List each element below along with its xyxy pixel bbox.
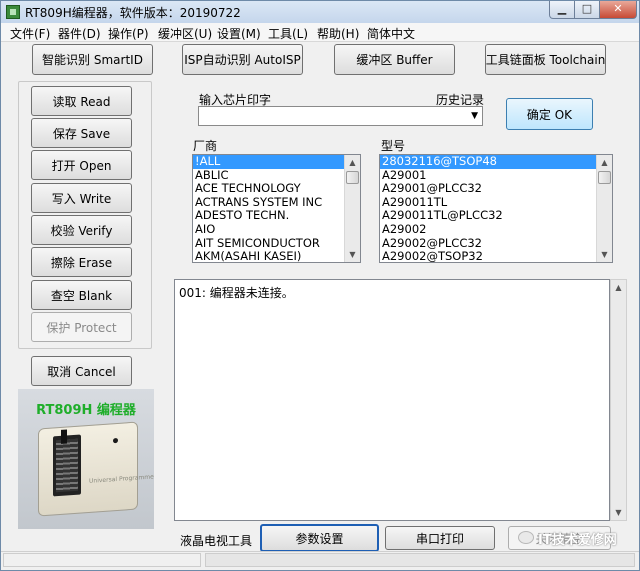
scroll-down-icon[interactable]: ▼: [597, 247, 612, 262]
params-button[interactable]: 参数设置: [260, 524, 379, 552]
zif-socket: [53, 429, 81, 497]
wechat-icon: [518, 531, 534, 544]
erase-button[interactable]: 擦除 Erase: [31, 247, 132, 277]
log-line: 001: 编程器未连接。: [179, 286, 294, 300]
ok-button[interactable]: 确定 OK: [506, 98, 593, 130]
device-brand: Universal Programmer: [89, 473, 154, 485]
maximize-icon[interactable]: □: [574, 1, 600, 19]
title-bar: RT809H编程器，软件版本：20190722 ▁ □ ✕: [1, 1, 639, 23]
window-title: RT809H编程器，软件版本：20190722: [25, 6, 241, 20]
scroll-thumb[interactable]: [598, 171, 611, 184]
model-list-item[interactable]: A29001@PLCC32: [380, 182, 612, 196]
menu-language[interactable]: 简体中文: [367, 25, 415, 42]
model-rows: 28032116@TSOP48 A29001 A29001@PLCC32 A29001…: [380, 155, 612, 262]
status-scrollbar[interactable]: [205, 553, 635, 567]
vendor-rows: !ALL ABLIC ACE TECHNOLOGY ACTRANS SYSTEM IN…: [193, 155, 360, 262]
main-window: RT809H编程器，软件版本：20190722 ▁ □ ✕ 文件(F) 器件(D…: [0, 0, 640, 571]
vendor-list-item[interactable]: ADESTO TECHN.: [193, 209, 360, 223]
log-output[interactable]: 001: 编程器未连接。: [174, 279, 610, 521]
log-scrollbar[interactable]: ▲ ▼: [610, 279, 627, 521]
verify-button[interactable]: 校验 Verify: [31, 215, 132, 245]
save-button[interactable]: 保存 Save: [31, 118, 132, 148]
scroll-up-icon[interactable]: ▲: [611, 280, 626, 295]
vendor-list-item[interactable]: ABLIC: [193, 169, 360, 183]
vendor-list-item[interactable]: !ALL: [193, 155, 360, 169]
serial-print-button[interactable]: 串口打印: [385, 526, 495, 550]
scroll-down-icon[interactable]: ▼: [345, 247, 360, 262]
device-title: RT809H 编程器: [36, 403, 136, 418]
minimize-icon[interactable]: ▁: [549, 1, 575, 19]
model-list-item[interactable]: 28032116@TSOP48: [380, 155, 612, 169]
model-list-item[interactable]: A29002@PLCC32: [380, 237, 612, 251]
menu-tools[interactable]: 工具(L): [268, 25, 308, 42]
led-icon: [113, 437, 118, 444]
scroll-up-icon[interactable]: ▲: [597, 155, 612, 170]
cancel-button[interactable]: 取消 Cancel: [31, 356, 132, 386]
vendor-label: 厂商: [193, 139, 218, 153]
chip-marking-combo[interactable]: ▼: [198, 106, 483, 126]
smartid-button[interactable]: 智能识别 SmartID: [32, 44, 153, 75]
app-icon: [6, 5, 20, 19]
model-list-item[interactable]: A29002: [380, 223, 612, 237]
blank-button[interactable]: 查空 Blank: [31, 280, 132, 310]
vendor-list-item[interactable]: AIO: [193, 223, 360, 237]
read-button[interactable]: 读取 Read: [31, 86, 132, 116]
toolchain-button[interactable]: 工具链面板 Toolchain: [485, 44, 606, 75]
write-button[interactable]: 写入 Write: [31, 183, 132, 213]
menu-bar: 文件(F) 器件(D) 操作(P) 缓冲区(U) 设置(M) 工具(L) 帮助(…: [1, 23, 639, 42]
model-scrollbar[interactable]: ▲ ▼: [596, 155, 612, 262]
menu-file[interactable]: 文件(F): [10, 25, 50, 42]
open-button[interactable]: 打开 Open: [31, 150, 132, 180]
chevron-down-icon[interactable]: ▼: [471, 111, 478, 121]
scroll-up-icon[interactable]: ▲: [345, 155, 360, 170]
protect-button[interactable]: 保护 Protect: [31, 312, 132, 342]
model-list-item[interactable]: A290011TL@PLCC32: [380, 209, 612, 223]
model-list-item[interactable]: A290011TL: [380, 196, 612, 210]
vendor-list-item[interactable]: ACTRANS SYSTEM INC: [193, 196, 360, 210]
menu-device[interactable]: 器件(D): [58, 25, 101, 42]
scroll-down-icon[interactable]: ▼: [611, 505, 626, 520]
vendor-list[interactable]: !ALL ABLIC ACE TECHNOLOGY ACTRANS SYSTEM IN…: [192, 154, 361, 263]
model-label: 型号: [381, 139, 406, 153]
tv-tool-label[interactable]: 液晶电视工具: [180, 532, 252, 549]
vendor-list-item[interactable]: ACE TECHNOLOGY: [193, 182, 360, 196]
model-list-item[interactable]: A29002@TSOP32: [380, 250, 612, 262]
vendor-list-item[interactable]: AIT SEMICONDUCTOR: [193, 237, 360, 251]
watermark-text: IT技术爱修网: [538, 533, 617, 548]
menu-operation[interactable]: 操作(P): [108, 25, 149, 42]
status-segment: [3, 553, 201, 567]
menu-help[interactable]: 帮助(H): [317, 25, 359, 42]
menu-buffer[interactable]: 缓冲区(U): [158, 25, 212, 42]
model-list-item[interactable]: A29001: [380, 169, 612, 183]
programmer-device-image: Universal Programmer: [38, 421, 154, 517]
model-list[interactable]: 28032116@TSOP48 A29001 A29001@PLCC32 A29001…: [379, 154, 613, 263]
vendor-list-item[interactable]: AKM(ASAHI KASEI): [193, 250, 360, 262]
device-photo: RT809H 编程器 Universal Programmer: [18, 389, 154, 529]
scroll-thumb[interactable]: [346, 171, 359, 184]
buffer-button[interactable]: 缓冲区 Buffer: [334, 44, 455, 75]
menu-settings[interactable]: 设置(M): [217, 25, 261, 42]
vendor-scrollbar[interactable]: ▲ ▼: [344, 155, 360, 262]
autoisp-button[interactable]: ISP自动识别 AutoISP: [182, 44, 303, 75]
close-icon[interactable]: ✕: [599, 1, 637, 19]
